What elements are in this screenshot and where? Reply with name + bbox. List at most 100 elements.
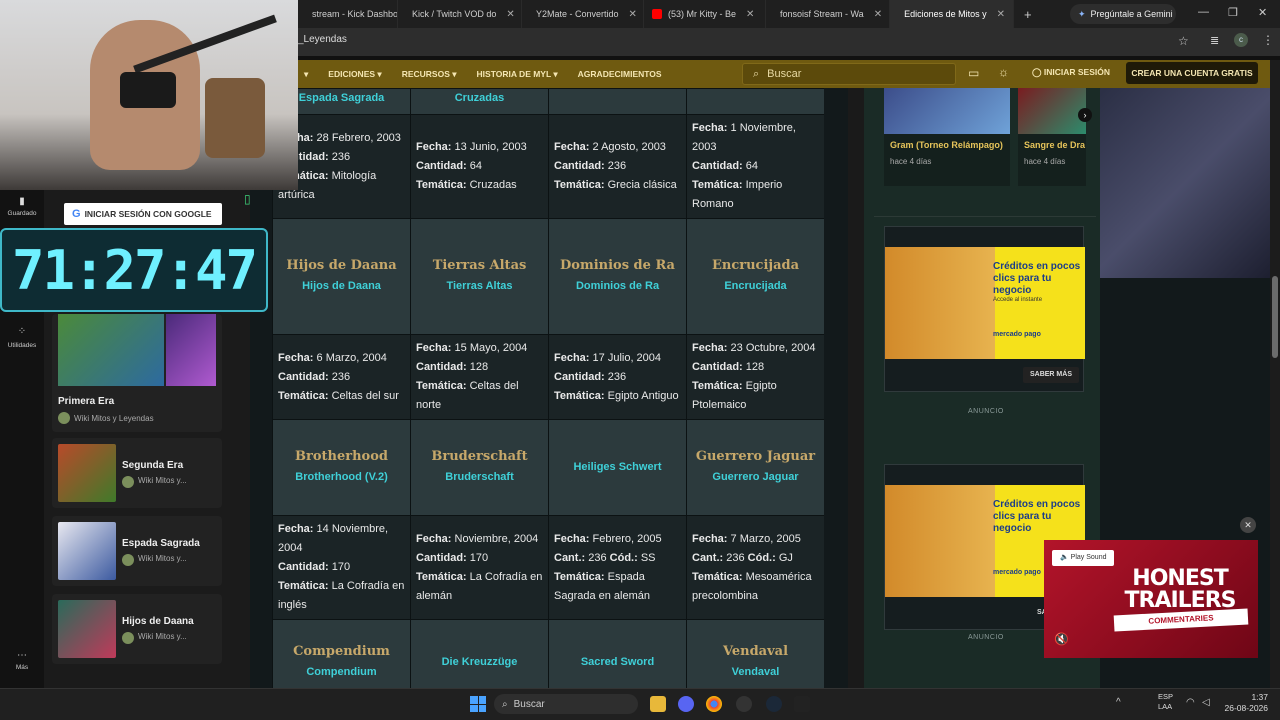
bookmark-icon[interactable]: ▮ [0,196,44,207]
edition-name[interactable]: Vendaval [732,666,780,678]
edition-name[interactable]: Espada Sagrada [299,92,385,104]
edition-name[interactable]: Heiliges Schwert [573,461,661,473]
menu-dots-icon[interactable]: ⋮ [1262,33,1274,47]
ad-label: ANUNCIO [968,408,1004,415]
nav-saved-label[interactable]: Guardado [0,210,44,217]
edition-name[interactable]: Brotherhood (V.2) [295,471,388,483]
browser-tab[interactable]: (53) Mr Kitty - Be ✕ [644,0,766,28]
maximize-icon[interactable]: ❐ [1228,6,1238,19]
webcam-feed [0,0,298,190]
popup-title-line1: HONEST [1132,566,1228,591]
profile-avatar[interactable]: c [1234,33,1248,47]
field-value: Febrero, 2005 [592,532,662,545]
app-icon[interactable] [794,696,810,712]
browser-tab[interactable]: stream - Kick Dashbo✕ [298,0,398,28]
edition-name[interactable]: Bruderschaft [445,471,513,483]
url-text[interactable]: _Leyendas [298,34,347,45]
tab-close-icon[interactable]: ✕ [746,9,754,20]
theme-sun-icon[interactable]: ☼ [998,65,1009,79]
gemini-button[interactable]: ✦ Pregúntale a Gemini [1070,4,1176,24]
star-icon[interactable]: ☆ [1178,34,1189,48]
related-card-image [1018,88,1086,134]
popup-close-icon[interactable]: ✕ [1240,517,1256,533]
field-label: Temática: [416,380,467,392]
login-link[interactable]: ◯ INICIAR SESIÓN [1032,67,1110,78]
list-item[interactable]: Espada Sagrada Wiki Mitos y... [52,516,222,586]
page-scrollbar[interactable] [1270,60,1280,688]
nav-item[interactable]: EDICIONES ▾ [328,69,381,80]
field-label: Cantidad: [416,361,467,373]
bookmark-save-icon[interactable]: ▯ [244,192,251,206]
wiki-avatar [122,632,134,644]
nav-utils-label[interactable]: Utilidades [0,342,44,349]
signup-button[interactable]: CREAR UNA CUENTA GRATIS [1126,62,1258,84]
edition-name[interactable]: Compendium [306,666,376,678]
address-bar[interactable] [298,28,1280,56]
field-value: 236 [607,160,627,172]
edition-name[interactable]: Die Kreuzzüge [442,656,518,668]
taskbar-search[interactable]: ⌕ Buscar [494,694,638,714]
video-popup[interactable]: 🔈 Play Sound HONEST TRAILERS COMMENTARIE… [1044,540,1258,658]
tab-close-icon[interactable]: ✕ [997,9,1005,20]
reading-list-icon[interactable]: ≣ [1210,34,1219,47]
field-label: Cant.: [554,551,586,564]
table-cell: Fecha: 15 Mayo, 2004 Cantidad: 128 Temátic… [410,334,549,420]
minimize-icon[interactable]: — [1198,6,1209,18]
edition-name[interactable]: Hijos de Daana [302,280,381,292]
edition-name[interactable]: Cruzadas [455,92,505,104]
ad-box[interactable]: Créditos en pocos clics para tu negocio … [884,226,1085,392]
windows-start-icon[interactable] [470,696,486,712]
related-card[interactable]: Sangre de Dra (Torneo Relám hace 4 días [1018,88,1086,186]
play-sound-button[interactable]: 🔈 Play Sound [1052,550,1115,566]
close-window-icon[interactable]: ✕ [1258,6,1267,19]
tab-label: (53) Mr Kitty - Be [668,9,737,19]
nav-item-label: AGRADECIMIENTOS [577,69,662,79]
carousel-next-icon[interactable]: › [1078,108,1092,122]
edition-name[interactable]: Sacred Sword [581,656,654,668]
edition-name[interactable]: Encrucijada [724,280,786,292]
edition-name[interactable]: Dominios de Ra [576,280,659,292]
chrome-icon[interactable] [706,696,722,712]
list-item[interactable]: Hijos de Daana Wiki Mitos y... [52,594,222,664]
taskbar-clock[interactable]: 1:37 26-08-2026 [1222,692,1268,714]
more-icon[interactable]: ⋯ [0,650,44,661]
google-login-button[interactable]: G INICIAR SESIÓN CON GOOGLE [64,203,222,225]
browser-tab[interactable]: Y2Mate - Convertido ✕ [522,0,644,28]
volume-icon[interactable]: ◁ [1202,697,1210,708]
tray-chevron-icon[interactable]: ^ [1116,697,1121,708]
language-indicator[interactable]: ESP LAA [1158,692,1173,712]
list-item[interactable]: Segunda Era Wiki Mitos y... [52,438,222,508]
browser-tab[interactable]: Kick / Twitch VOD do ✕ [398,0,522,28]
tab-close-icon[interactable]: ✕ [506,9,514,20]
nav-item[interactable]: AGRADECIMIENTOS [578,69,662,79]
chat-icon[interactable]: ▭ [968,66,979,80]
tab-label: stream - Kick Dashbo [312,9,398,19]
ad-cta-button[interactable]: SABER MÁS [1023,367,1079,383]
nav-more-label[interactable]: Más [0,664,44,671]
tab-close-icon[interactable]: ✕ [629,9,637,20]
mute-icon[interactable]: 🔇 [1054,632,1069,646]
scrollbar-thumb[interactable] [1272,276,1278,358]
obs-icon[interactable] [736,696,752,712]
wifi-icon[interactable]: ◠ [1186,697,1195,708]
discord-icon[interactable] [678,696,694,712]
edition-logo: Brotherhood [295,448,388,464]
field-value: SS [640,551,656,564]
browser-tab[interactable]: Ediciones de Mitos y ✕ [890,0,1014,28]
new-tab-icon[interactable]: + [1024,7,1032,22]
editions-table: Espada Sagrada Cruzadas Fecha: 28 Febrero,… [272,88,824,688]
nav-item[interactable]: HISTORIA DE MYL ▾ [477,69,558,80]
nav-item[interactable]: RECURSOS ▾ [402,69,457,80]
browser-tab[interactable]: fonsoisf Stream - Wa ✕ [766,0,890,28]
edition-name[interactable]: Guerrero Jaguar [712,471,798,483]
related-card[interactable]: Gram (Torneo Relámpago) hace 4 días [884,88,1010,186]
edition-name[interactable]: Tierras Altas [446,280,512,292]
tab-close-icon[interactable]: ✕ [874,9,882,20]
steam-icon[interactable] [766,696,782,712]
utilities-icon[interactable]: ⁘ [0,326,44,337]
list-item[interactable]: Primera Era Wiki Mitos y Leyendas [52,314,222,432]
speaker-icon: 🔈 [1060,554,1069,561]
site-search-input[interactable]: ⌕ Buscar [742,63,956,85]
table-cell: Guerrero Jaguar Guerrero Jaguar [686,419,824,516]
file-explorer-icon[interactable] [650,696,666,712]
